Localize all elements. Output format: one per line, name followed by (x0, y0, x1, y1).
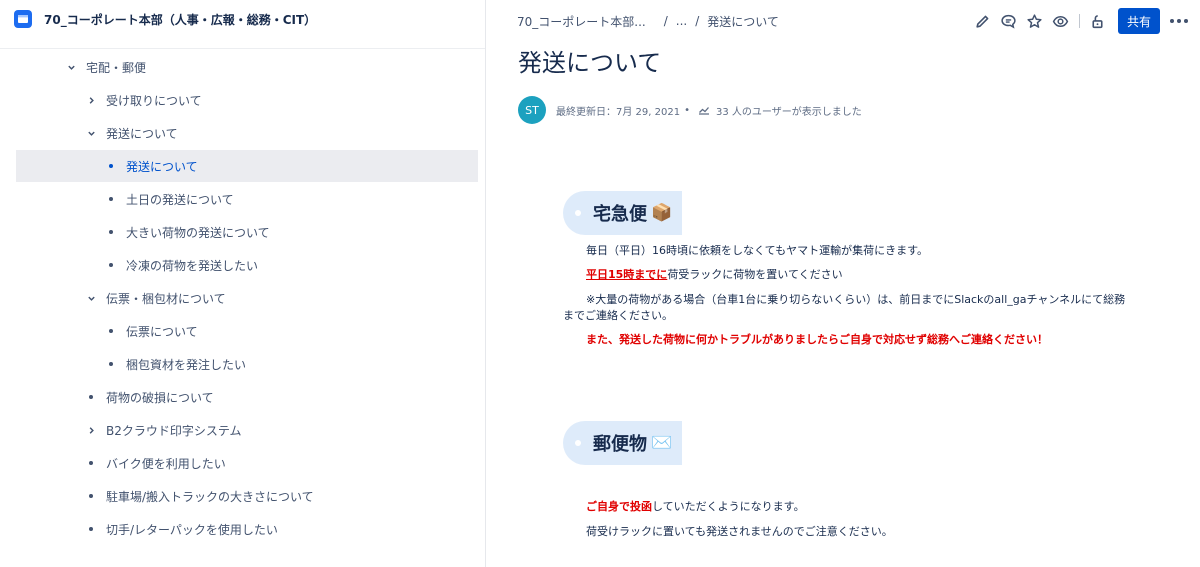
breadcrumb-separator: / (695, 14, 700, 28)
page-title: 発送について (518, 49, 662, 77)
bullet-icon (104, 230, 118, 234)
breadcrumb-current[interactable]: 発送について (707, 13, 779, 30)
paragraph: 毎日（平日）16時頃に依頼をしなくてもヤマト運輸が集荷にきます。 (586, 244, 929, 257)
highlight-text: ご自身で投函 (586, 500, 652, 513)
bullet-icon (104, 263, 118, 267)
tree-item-takuhai-yubin[interactable]: 宅配・郵便 (64, 51, 146, 83)
tree-item-label: 発送について (126, 159, 198, 174)
comment-icon[interactable] (999, 12, 1017, 30)
share-button[interactable]: 共有 (1118, 8, 1160, 34)
byline-separator: • (684, 104, 690, 116)
paragraph: 平日15時までに荷受ラックに荷物を置いてください (586, 266, 843, 282)
bullet-icon (84, 461, 98, 465)
unlock-icon[interactable] (1088, 12, 1106, 30)
tree-item-label: バイク便を利用したい (106, 456, 226, 471)
tree-item-label: 切手/レターパックを使用したい (106, 522, 278, 537)
paragraph: ※大量の荷物がある場合（台車1台に乗り切らないくらい）は、前日までにSlackの… (586, 293, 1126, 306)
chevron-right-icon[interactable] (84, 96, 98, 105)
tree-item-kitte[interactable]: 切手/レターパックを使用したい (84, 513, 278, 545)
package-icon: 📦 (651, 203, 673, 223)
sidebar: 70_コーポレート本部（人事・広報・総務・CIT） 宅配・郵便 受け取りについて… (0, 0, 486, 567)
paragraph: までご連絡ください。 (563, 309, 673, 322)
bullet-icon (104, 164, 118, 168)
tree-item-label: 発送について (106, 126, 178, 141)
tree-item-label: 伝票について (126, 324, 198, 339)
chevron-right-icon[interactable] (84, 426, 98, 435)
tree-item-label: 荷物の破損について (106, 390, 214, 405)
tree-item-ookii-nimotsu[interactable]: 大きい荷物の発送について (104, 216, 270, 248)
breadcrumb-ellipsis[interactable]: ... (676, 14, 687, 28)
last-updated[interactable]: 最終更新日：7月 29, 2021 (556, 103, 680, 118)
tree-item-denpyo-konpozai[interactable]: 伝票・梱包材について (84, 282, 226, 314)
bullet-icon (104, 329, 118, 333)
paragraph: ご自身で投函していただくようになります。 (586, 498, 805, 514)
page-toolbar: 共有 (965, 8, 1192, 34)
section-heading-takkyubin: 宅急便 📦 (563, 191, 683, 235)
tree-item-label: 大きい荷物の発送について (126, 225, 270, 240)
bullet-icon (84, 395, 98, 399)
avatar[interactable]: ST (518, 96, 546, 124)
analytics-icon (698, 107, 709, 115)
chevron-down-icon[interactable] (64, 63, 78, 72)
tree-item-label: 宅配・郵便 (86, 60, 147, 75)
tree-item-hasso-current[interactable]: 発送について (16, 150, 478, 182)
section-heading-yubinbutsu: 郵便物 ✉️ (563, 421, 683, 465)
tree-item-chushajo[interactable]: 駐車場/搬入トラックの大きさについて (84, 480, 314, 512)
chevron-down-icon[interactable] (84, 129, 98, 138)
edit-pencil-icon[interactable] (973, 12, 991, 30)
space-icon (14, 10, 32, 28)
chevron-down-icon[interactable] (84, 294, 98, 303)
star-icon[interactable] (1025, 12, 1043, 30)
tree-item-label: 受け取りについて (106, 93, 202, 108)
breadcrumb-separator: / (663, 14, 668, 28)
view-count[interactable]: 33 人のユーザーが表示しました (716, 103, 862, 118)
tree-item-hason[interactable]: 荷物の破損について (84, 381, 214, 413)
tree-item-label: 梱包資材を発注したい (126, 357, 247, 372)
tree-item-b2-cloud[interactable]: B2クラウド印字システム (84, 414, 242, 446)
tree-item-uketori[interactable]: 受け取りについて (84, 84, 202, 116)
tree-item-hasso-parent[interactable]: 発送について (84, 117, 178, 149)
paragraph-text: 荷受ラックに荷物を置いてください (667, 268, 843, 281)
tree-item-konpo-shizai[interactable]: 梱包資材を発注したい (104, 348, 246, 380)
warning-text: また、発送した荷物に何かトラブルがありましたらご自身で対応せず総務へご連絡くださ… (586, 333, 1048, 346)
tree-item-denpyo[interactable]: 伝票について (104, 315, 198, 347)
tree-item-bike-bin[interactable]: バイク便を利用したい (84, 447, 226, 479)
envelope-icon: ✉️ (651, 433, 673, 453)
paragraph: 荷受けラックに置いても発送されませんのでご注意ください。 (586, 525, 893, 538)
bullet-icon (84, 494, 98, 498)
watch-eye-icon[interactable] (1051, 12, 1069, 30)
space-title: 70_コーポレート本部（人事・広報・総務・CIT） (44, 12, 317, 27)
toolbar-divider (1079, 14, 1080, 28)
tree-item-donichi[interactable]: 土日の発送について (104, 183, 234, 215)
heading-bullet (575, 440, 581, 446)
highlight-text: 平日15時までに (586, 268, 668, 281)
tree-item-label: 土日の発送について (126, 192, 234, 207)
tree-item-reito[interactable]: 冷凍の荷物を発送したい (104, 249, 258, 281)
tree-item-label: B2クラウド印字システム (106, 423, 242, 438)
heading-text: 郵便物 (593, 434, 647, 455)
paragraph-text: していただくようになります。 (652, 500, 805, 513)
heading-bullet (575, 210, 581, 216)
heading-text: 宅急便 (593, 204, 647, 225)
bullet-icon (84, 527, 98, 531)
bullet-icon (104, 362, 118, 366)
byline-text: 最終更新日：7月 29, 2021 • 33 人のユーザーが表示しました (556, 103, 862, 118)
space-header[interactable]: 70_コーポレート本部（人事・広報・総務・CIT） (14, 0, 474, 38)
sidebar-divider (0, 48, 485, 49)
byline: ST 最終更新日：7月 29, 2021 • 33 人のユーザーが表示しました (518, 96, 862, 124)
more-options-icon[interactable] (1170, 19, 1192, 23)
breadcrumb-space[interactable]: 70_コーポレート本部... (517, 13, 646, 30)
tree-item-label: 伝票・梱包材について (106, 291, 226, 306)
main-content: 70_コーポレート本部... / ... / 発送について 共有 発送について … (487, 0, 1200, 567)
tree-item-label: 駐車場/搬入トラックの大きさについて (106, 489, 314, 504)
bullet-icon (104, 197, 118, 201)
tree-item-label: 冷凍の荷物を発送したい (126, 258, 259, 273)
